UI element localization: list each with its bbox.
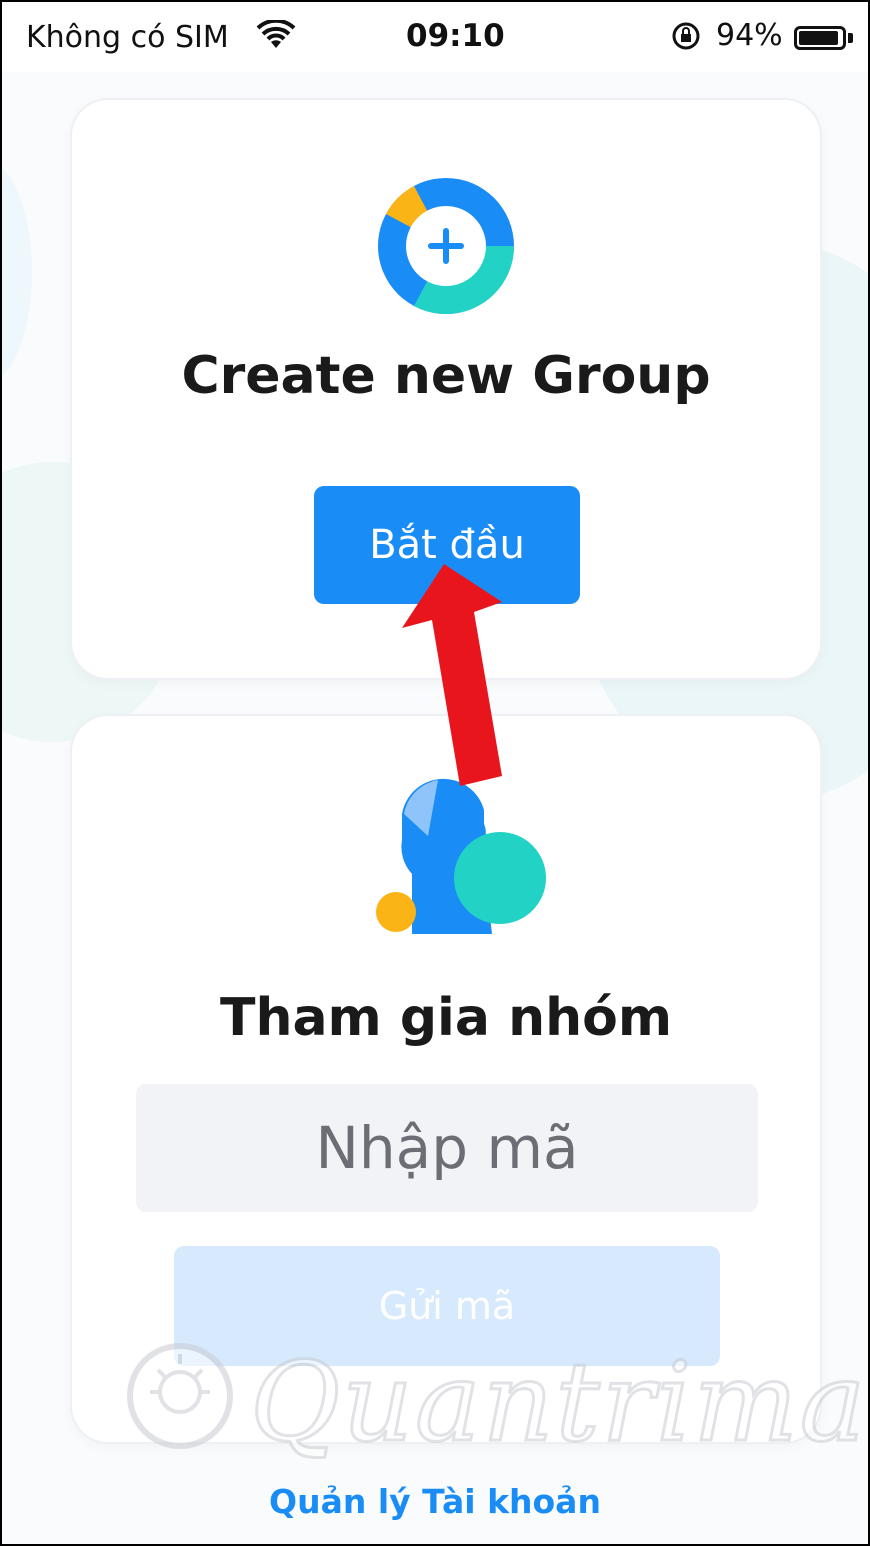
orientation-lock-icon [670, 20, 702, 60]
status-bar: Không có SIM 09:10 94% [2, 2, 868, 72]
battery-icon [794, 26, 846, 50]
app-screen: Không có SIM 09:10 94% Create new Group … [0, 0, 870, 1546]
clock: 09:10 [406, 18, 505, 54]
join-group-illustration [372, 774, 562, 944]
carrier-label: Không có SIM [26, 20, 229, 55]
battery-fill [799, 31, 839, 45]
wifi-icon [256, 18, 296, 60]
battery-percentage: 94% [716, 18, 783, 53]
battery-tip [848, 33, 853, 43]
join-group-title: Tham gia nhóm [219, 988, 673, 1048]
create-group-title: Create new Group [181, 346, 711, 406]
join-group-card: Tham gia nhóm Gửi mã [72, 716, 820, 1442]
background-blob-left [2, 162, 32, 382]
send-code-button[interactable]: Gửi mã [174, 1246, 720, 1366]
manage-account-link[interactable]: Quản lý Tài khoản [2, 1482, 868, 1521]
create-group-card: Create new Group Bắt đầu [72, 100, 820, 678]
start-button[interactable]: Bắt đầu [314, 486, 580, 604]
group-code-input[interactable] [136, 1084, 758, 1212]
add-group-icon [378, 178, 514, 314]
